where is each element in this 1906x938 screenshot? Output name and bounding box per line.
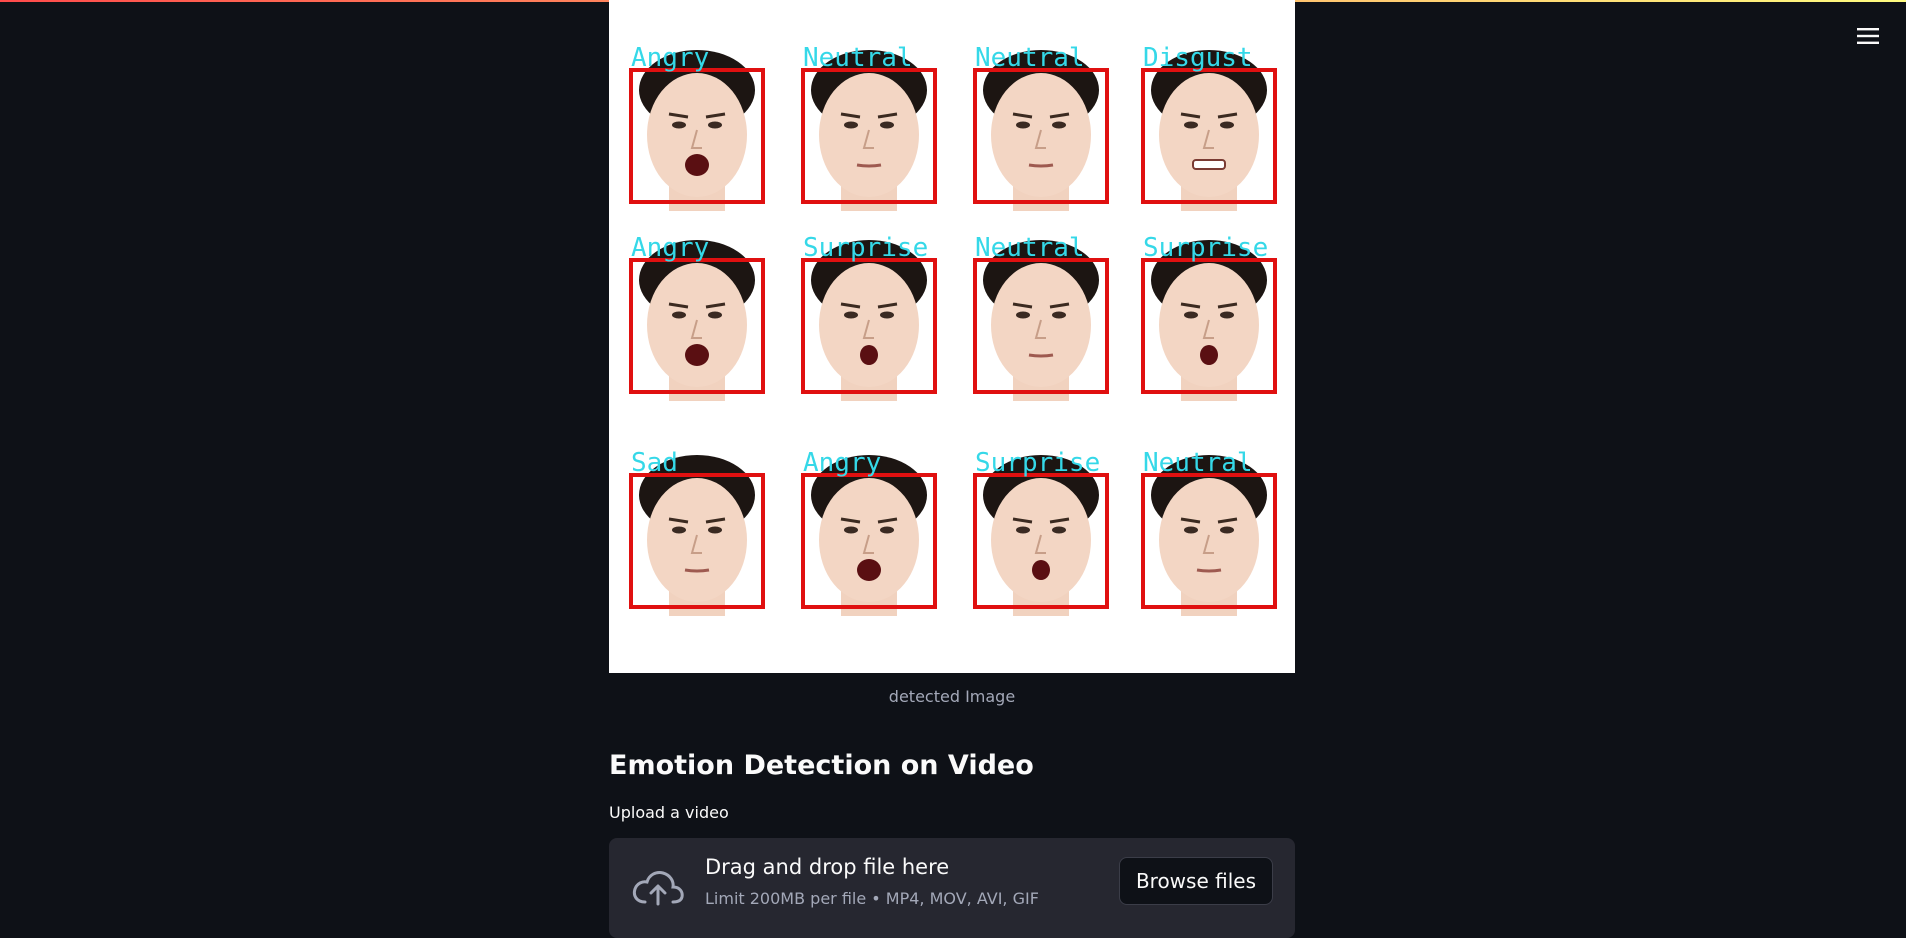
face-eye (1016, 526, 1030, 534)
emotion-label: Neutral (1143, 448, 1253, 478)
face-mouth (685, 154, 709, 176)
file-dropzone[interactable]: Drag and drop file here Limit 200MB per … (609, 838, 1295, 938)
face-mouth (1028, 163, 1054, 168)
face-eye (708, 121, 722, 129)
face-mouth (1200, 345, 1218, 365)
face-detection: Angry (629, 43, 765, 211)
face-eye (1016, 121, 1030, 129)
face-skin (991, 263, 1091, 387)
face-skin (819, 478, 919, 602)
face-mouth (1028, 353, 1054, 358)
face-eye (880, 121, 894, 129)
face-skin (819, 73, 919, 197)
emotion-label: Angry (803, 448, 881, 478)
emotion-label: Disgust (1143, 43, 1253, 73)
face-skin (991, 73, 1091, 197)
face-mouth (684, 568, 710, 573)
face-detection: Surprise (1141, 233, 1277, 401)
emotion-label: Surprise (803, 233, 928, 263)
emotion-label: Surprise (1143, 233, 1268, 263)
face-mouth (857, 559, 881, 581)
face-eye (844, 311, 858, 319)
face-detection: Angry (801, 448, 937, 616)
cloud-upload-icon (632, 871, 684, 906)
emotion-label: Neutral (975, 43, 1085, 73)
face-skin (647, 263, 747, 387)
section-title: Emotion Detection on Video (609, 750, 1034, 781)
hamburger-menu-icon (1857, 28, 1879, 44)
emotion-label: Angry (631, 233, 709, 263)
face-skin (647, 478, 747, 602)
face-mouth (860, 345, 878, 365)
emotion-label: Angry (631, 43, 709, 73)
face-skin (991, 478, 1091, 602)
face-eye (1184, 121, 1198, 129)
face-mouth (1032, 560, 1050, 580)
face-detection: Sad (629, 448, 765, 616)
face-skin (819, 263, 919, 387)
face-eye (880, 526, 894, 534)
face-detection: Neutral (1141, 448, 1277, 616)
face-eye (844, 526, 858, 534)
emotion-label: Sad (631, 448, 678, 478)
face-eye (1220, 526, 1234, 534)
browse-files-button[interactable]: Browse files (1118, 857, 1273, 905)
face-skin (1159, 263, 1259, 387)
face-eye (1220, 311, 1234, 319)
emotion-label: Surprise (975, 448, 1100, 478)
face-detection: Disgust (1141, 43, 1277, 211)
main-menu-button[interactable] (1854, 22, 1882, 50)
face-eye (672, 526, 686, 534)
face-skin (647, 73, 747, 197)
emotion-label: Neutral (803, 43, 913, 73)
face-mouth (1196, 568, 1222, 573)
face-eye (672, 311, 686, 319)
face-eye (1220, 121, 1234, 129)
main-content: Angry Neutral Neutral Disgust Angry Surprise N… (609, 0, 1295, 938)
face-eye (1184, 526, 1198, 534)
dropzone-limit: Limit 200MB per file • MP4, MOV, AVI, GI… (705, 888, 1039, 908)
dropzone-text: Drag and drop file here Limit 200MB per … (705, 855, 1119, 908)
face-eye (1052, 526, 1066, 534)
image-caption: detected Image (888, 687, 1016, 706)
face-eye (1016, 311, 1030, 319)
face-eye (672, 121, 686, 129)
face-detection: Surprise (973, 448, 1109, 616)
dropzone-instructions: Drag and drop file here (705, 854, 950, 879)
face-eye (880, 311, 894, 319)
detected-image: Angry Neutral Neutral Disgust Angry Surprise N… (609, 0, 1295, 673)
face-detection: Neutral (801, 43, 937, 211)
face-eye (708, 311, 722, 319)
emotion-label: Neutral (975, 233, 1085, 263)
face-detection: Neutral (973, 43, 1109, 211)
face-eye (1052, 311, 1066, 319)
face-detection: Surprise (801, 233, 937, 401)
face-skin (1159, 478, 1259, 602)
face-detection: Angry (629, 233, 765, 401)
face-mouth (856, 163, 882, 168)
face-eye (708, 526, 722, 534)
upload-label: Upload a video (609, 803, 729, 822)
face-skin (1159, 73, 1259, 197)
face-detection: Neutral (973, 233, 1109, 401)
face-eye (844, 121, 858, 129)
face-mouth (1192, 159, 1226, 170)
face-eye (1184, 311, 1198, 319)
face-mouth (685, 344, 709, 366)
faces-grid: Angry Neutral Neutral Disgust Angry Surprise N… (629, 43, 1277, 616)
face-eye (1052, 121, 1066, 129)
